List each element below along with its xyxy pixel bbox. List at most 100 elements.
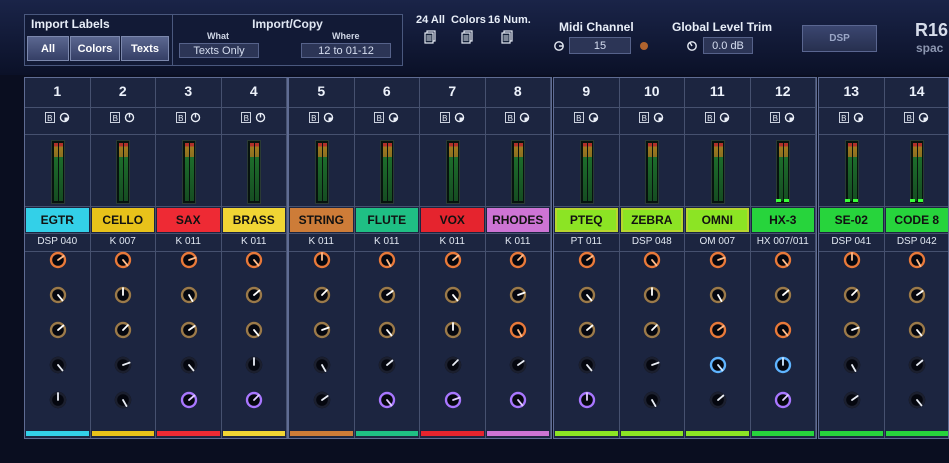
- import-colors-button[interactable]: Colors: [70, 36, 120, 61]
- param-knob[interactable]: [907, 320, 927, 340]
- param-knob[interactable]: [773, 355, 793, 375]
- import-texts-button[interactable]: Texts: [121, 36, 169, 61]
- global-level-trim-field[interactable]: 0.0 dB: [703, 37, 753, 54]
- param-knob[interactable]: [377, 250, 397, 270]
- channel-label[interactable]: SE-02: [820, 208, 883, 232]
- param-knob[interactable]: [907, 355, 927, 375]
- param-knob[interactable]: [244, 285, 264, 305]
- param-knob[interactable]: [179, 250, 199, 270]
- param-knob[interactable]: [179, 355, 199, 375]
- channel-label[interactable]: RHODES: [486, 208, 549, 232]
- power-toggle-icon[interactable]: [588, 112, 599, 123]
- power-toggle-icon[interactable]: [124, 112, 135, 123]
- param-knob[interactable]: [842, 355, 862, 375]
- param-knob[interactable]: [708, 320, 728, 340]
- global-trim-knob-icon[interactable]: [686, 40, 698, 52]
- param-knob[interactable]: [443, 390, 463, 410]
- param-knob[interactable]: [708, 250, 728, 270]
- param-knob[interactable]: [642, 390, 662, 410]
- power-toggle-icon[interactable]: [388, 112, 399, 123]
- param-knob[interactable]: [577, 320, 597, 340]
- channel-label[interactable]: VOX: [421, 208, 484, 232]
- channel-label[interactable]: FLUTE: [355, 208, 418, 232]
- param-knob[interactable]: [443, 320, 463, 340]
- bypass-button[interactable]: B: [573, 112, 584, 123]
- param-knob[interactable]: [842, 390, 862, 410]
- channel-label[interactable]: STRING: [290, 208, 353, 232]
- bypass-button[interactable]: B: [904, 112, 915, 123]
- bypass-button[interactable]: B: [44, 112, 55, 123]
- param-knob[interactable]: [443, 355, 463, 375]
- bypass-button[interactable]: B: [639, 112, 650, 123]
- param-knob[interactable]: [642, 320, 662, 340]
- param-knob[interactable]: [244, 390, 264, 410]
- channel-label[interactable]: ZEBRA: [620, 208, 683, 232]
- param-knob[interactable]: [708, 285, 728, 305]
- param-knob[interactable]: [244, 355, 264, 375]
- param-knob[interactable]: [113, 285, 133, 305]
- bypass-button[interactable]: B: [374, 112, 385, 123]
- power-toggle-icon[interactable]: [719, 112, 730, 123]
- midi-channel-knob-icon[interactable]: [553, 40, 565, 52]
- param-knob[interactable]: [842, 250, 862, 270]
- param-knob[interactable]: [377, 390, 397, 410]
- param-knob[interactable]: [642, 250, 662, 270]
- param-knob[interactable]: [773, 285, 793, 305]
- param-knob[interactable]: [577, 250, 597, 270]
- param-knob[interactable]: [48, 355, 68, 375]
- param-knob[interactable]: [377, 355, 397, 375]
- param-knob[interactable]: [377, 320, 397, 340]
- param-knob[interactable]: [508, 250, 528, 270]
- channel-label[interactable]: CODE 8: [885, 208, 948, 232]
- bypass-button[interactable]: B: [175, 112, 186, 123]
- power-toggle-icon[interactable]: [323, 112, 334, 123]
- where-select[interactable]: 12 to 01-12: [301, 43, 391, 58]
- channel-label[interactable]: SAX: [157, 208, 220, 232]
- copy-colors-doc-icon[interactable]: [461, 30, 473, 44]
- channel-label[interactable]: CELLO: [91, 208, 154, 232]
- param-knob[interactable]: [907, 285, 927, 305]
- bypass-button[interactable]: B: [241, 112, 252, 123]
- bypass-button[interactable]: B: [110, 112, 121, 123]
- param-knob[interactable]: [773, 250, 793, 270]
- power-toggle-icon[interactable]: [784, 112, 795, 123]
- param-knob[interactable]: [244, 250, 264, 270]
- param-knob[interactable]: [179, 320, 199, 340]
- param-knob[interactable]: [577, 355, 597, 375]
- param-knob[interactable]: [377, 285, 397, 305]
- bypass-button[interactable]: B: [505, 112, 516, 123]
- param-knob[interactable]: [113, 390, 133, 410]
- param-knob[interactable]: [113, 320, 133, 340]
- param-knob[interactable]: [577, 390, 597, 410]
- param-knob[interactable]: [577, 285, 597, 305]
- param-knob[interactable]: [508, 390, 528, 410]
- bypass-button[interactable]: B: [838, 112, 849, 123]
- param-knob[interactable]: [312, 285, 332, 305]
- copy-num-doc-icon[interactable]: [501, 30, 513, 44]
- bypass-button[interactable]: B: [704, 112, 715, 123]
- param-knob[interactable]: [312, 250, 332, 270]
- param-knob[interactable]: [48, 320, 68, 340]
- power-toggle-icon[interactable]: [190, 112, 201, 123]
- param-knob[interactable]: [312, 320, 332, 340]
- midi-channel-field[interactable]: 15: [569, 37, 631, 54]
- bypass-button[interactable]: B: [770, 112, 781, 123]
- param-knob[interactable]: [443, 285, 463, 305]
- param-knob[interactable]: [907, 390, 927, 410]
- param-knob[interactable]: [113, 250, 133, 270]
- power-toggle-icon[interactable]: [59, 112, 70, 123]
- param-knob[interactable]: [113, 355, 133, 375]
- param-knob[interactable]: [642, 355, 662, 375]
- bypass-button[interactable]: B: [439, 112, 450, 123]
- power-toggle-icon[interactable]: [519, 112, 530, 123]
- power-toggle-icon[interactable]: [853, 112, 864, 123]
- copy-all-doc-icon[interactable]: [424, 30, 436, 44]
- param-knob[interactable]: [508, 320, 528, 340]
- param-knob[interactable]: [773, 320, 793, 340]
- param-knob[interactable]: [708, 355, 728, 375]
- param-knob[interactable]: [48, 390, 68, 410]
- channel-label[interactable]: BRASS: [222, 208, 285, 232]
- power-toggle-icon[interactable]: [255, 112, 266, 123]
- channel-label[interactable]: HX-3: [751, 208, 814, 232]
- channel-label[interactable]: EGTR: [26, 208, 89, 232]
